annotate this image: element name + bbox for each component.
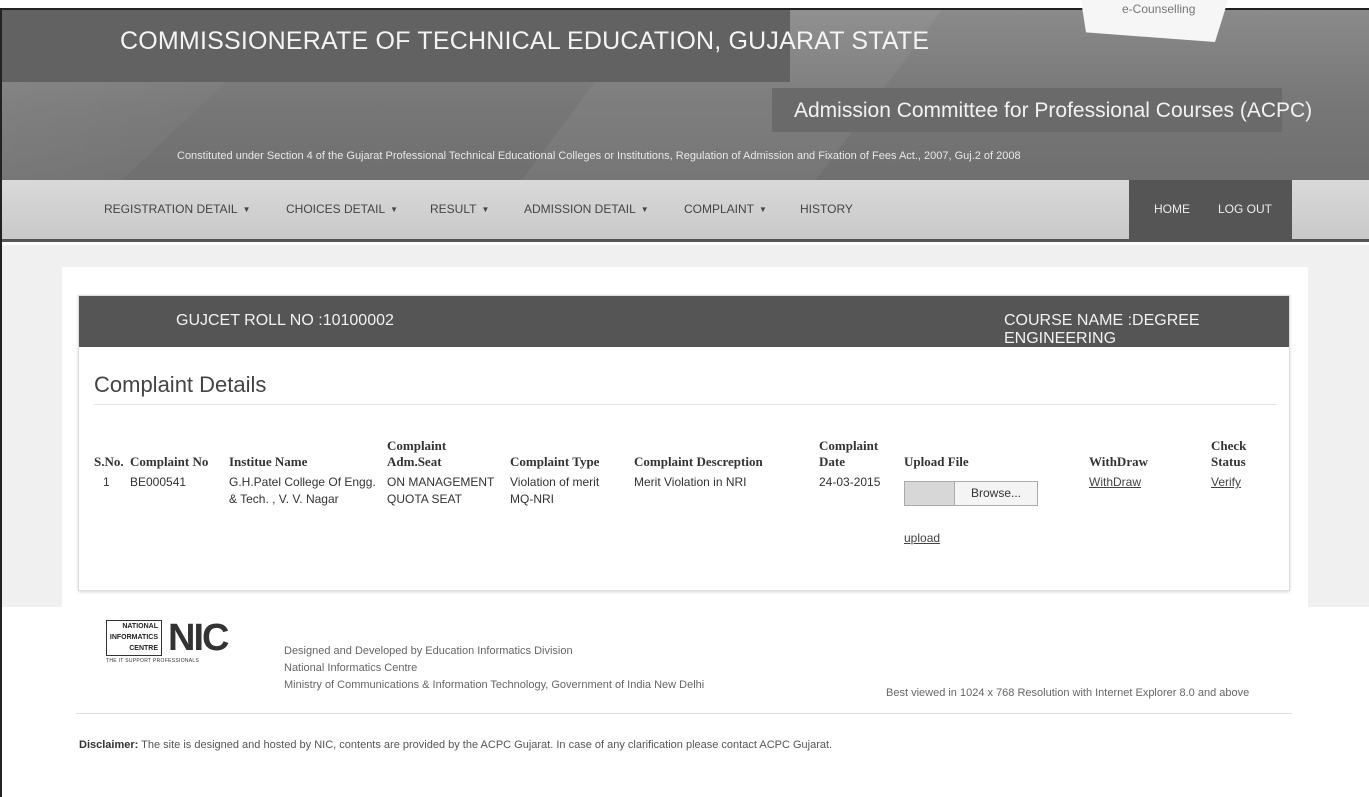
designed-line: Ministry of Communications & Information… bbox=[284, 679, 705, 691]
best-viewed-note: Best viewed in 1024 x 768 Resolution wit… bbox=[886, 687, 1250, 699]
nav-choices-detail[interactable]: CHOICES DETAIL ▼ bbox=[286, 202, 398, 216]
nav-result[interactable]: RESULT ▼ bbox=[430, 202, 489, 216]
verify-link[interactable]: Verify bbox=[1211, 474, 1241, 491]
logo-mark: NIC bbox=[168, 617, 229, 659]
designed-line: National Informatics Centre bbox=[284, 662, 418, 674]
nav-label: COMPLAINT bbox=[684, 202, 755, 216]
designed-by: Designed and Developed by Education Info… bbox=[284, 643, 704, 694]
cell-line: MQ-NRI bbox=[510, 492, 554, 506]
nic-logo: NATIONAL INFORMATICS CENTRE NIC THE IT S… bbox=[106, 617, 256, 665]
logo-tagline: THE IT SUPPORT PROFESSIONALS bbox=[106, 658, 200, 664]
nav-history[interactable]: HISTORY bbox=[800, 202, 853, 216]
nav-label: CHOICES DETAIL bbox=[286, 202, 386, 216]
cell-type: Violation of merit MQ-NRI bbox=[510, 474, 599, 508]
nav-admission-detail[interactable]: ADMISSION DETAIL ▼ bbox=[524, 202, 649, 216]
col-header-institute: Institue Name bbox=[229, 454, 308, 469]
footer-divider bbox=[76, 713, 1292, 714]
complaint-panel: GUJCET ROLL NO :10100002 COURSE NAME :DE… bbox=[78, 295, 1290, 591]
col-header-sno: S.No. bbox=[94, 454, 124, 469]
nav-label: RESULT bbox=[430, 202, 477, 216]
constituted-text: Constituted under Section 4 of the Gujar… bbox=[177, 150, 1021, 162]
nav-home[interactable]: HOME bbox=[1154, 202, 1190, 216]
nav-label: ADMISSION DETAIL bbox=[524, 202, 636, 216]
logo-text: NATIONAL INFORMATICS CENTRE bbox=[106, 620, 162, 656]
cell-institute: G.H.Patel College Of Engg. & Tech. , V. V… bbox=[229, 474, 376, 508]
course-name: COURSE NAME :DEGREE ENGINEERING bbox=[1004, 312, 1200, 347]
site-subtitle: Admission Committee for Professional Cou… bbox=[794, 99, 1313, 122]
header-line: Date bbox=[819, 454, 845, 469]
cell-line: ON MANAGEMENT bbox=[387, 475, 495, 489]
section-title: Complaint Details bbox=[94, 372, 267, 397]
main-nav: REGISTRATION DETAIL ▼ CHOICES DETAIL ▼ RES… bbox=[2, 180, 1369, 242]
cell-sno: 1 bbox=[103, 475, 110, 489]
header-line: Status bbox=[1211, 454, 1246, 469]
nav-registration-detail[interactable]: REGISTRATION DETAIL ▼ bbox=[104, 202, 251, 216]
col-header-withdraw: WithDraw bbox=[1089, 454, 1148, 469]
caret-down-icon: ▼ bbox=[759, 205, 767, 214]
col-header-complaint-no: Complaint No bbox=[130, 454, 209, 469]
main-content: GUJCET ROLL NO :10100002 COURSE NAME :DE… bbox=[2, 245, 1369, 607]
roll-number: GUJCET ROLL NO :10100002 bbox=[176, 312, 394, 329]
browse-button[interactable]: Browse... bbox=[954, 482, 1037, 505]
col-header-date: Complaint Date bbox=[819, 438, 878, 470]
col-header-upload: Upload File bbox=[904, 454, 969, 469]
site-footer: NATIONAL INFORMATICS CENTRE NIC THE IT S… bbox=[2, 607, 1369, 797]
disclaimer: Disclaimer: The site is designed and hos… bbox=[79, 739, 832, 751]
caret-down-icon: ▼ bbox=[481, 205, 490, 214]
col-header-descreption: Complaint Descreption bbox=[634, 454, 763, 469]
nav-label: REGISTRATION DETAIL bbox=[104, 202, 238, 216]
cell-date: 24-03-2015 bbox=[819, 475, 881, 489]
disclaimer-text: The site is designed and hosted by NIC, … bbox=[138, 739, 833, 751]
cell-line: G.H.Patel College Of Engg. bbox=[229, 475, 376, 489]
header-line: Complaint bbox=[819, 438, 879, 453]
designed-line: Designed and Developed by Education Info… bbox=[284, 645, 573, 657]
nav-label: HISTORY bbox=[800, 202, 853, 216]
withdraw-link[interactable]: WithDraw bbox=[1089, 474, 1141, 491]
nav-logout[interactable]: LOG OUT bbox=[1218, 202, 1272, 216]
file-input[interactable]: Browse... bbox=[904, 481, 1038, 506]
content-card: GUJCET ROLL NO :10100002 COURSE NAME :DE… bbox=[62, 267, 1308, 607]
cell-line: QUOTA SEAT bbox=[387, 492, 462, 506]
col-header-adm-seat: Complaint Adm.Seat bbox=[387, 438, 446, 470]
cell-line: Violation of merit bbox=[510, 475, 600, 489]
cell-complaint-no: BE000541 bbox=[130, 475, 187, 489]
header-line: Adm.Seat bbox=[387, 454, 442, 469]
divider bbox=[94, 404, 1276, 405]
cell-descreption: Merit Violation in NRI bbox=[634, 475, 747, 489]
caret-down-icon: ▼ bbox=[640, 205, 649, 214]
upload-link[interactable]: upload bbox=[904, 530, 940, 547]
header-line: Complaint bbox=[387, 438, 447, 453]
panel-header: GUJCET ROLL NO :10100002 COURSE NAME :DE… bbox=[79, 296, 1289, 347]
disclaimer-label: Disclaimer: bbox=[79, 739, 139, 751]
caret-down-icon: ▼ bbox=[390, 205, 399, 214]
col-header-type: Complaint Type bbox=[510, 454, 600, 469]
caret-down-icon: ▼ bbox=[242, 205, 251, 214]
badge-label: e-Counselling bbox=[1122, 2, 1196, 16]
col-header-status: Check Status bbox=[1211, 438, 1246, 470]
site-title: COMMISSIONERATE OF TECHNICAL EDUCATION, … bbox=[120, 27, 930, 55]
nav-right-group: HOME LOG OUT bbox=[1129, 180, 1292, 239]
nav-complaint[interactable]: COMPLAINT ▼ bbox=[684, 202, 767, 216]
cell-adm-seat: ON MANAGEMENT QUOTA SEAT bbox=[387, 474, 494, 508]
cell-line: & Tech. , V. V. Nagar bbox=[229, 492, 339, 506]
header-line: Check bbox=[1211, 438, 1247, 453]
